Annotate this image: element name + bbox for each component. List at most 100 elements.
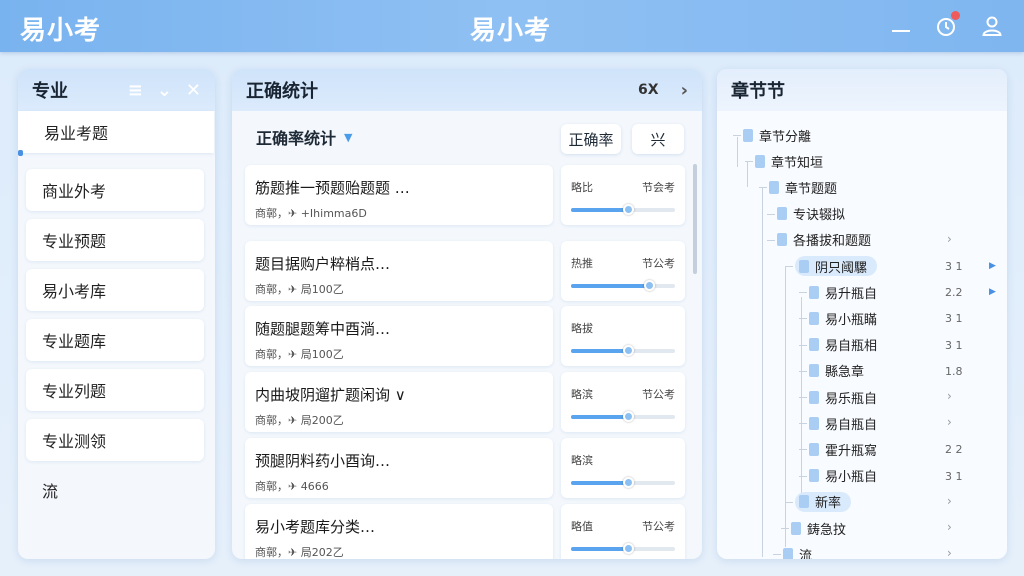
slider-knob[interactable] [623, 477, 635, 488]
question-title: 筋题推一预题贻题题 … [255, 179, 410, 197]
tree-node-label: 专诀辍拟 [793, 208, 846, 224]
tree-node[interactable]: 易自瓶自 [809, 413, 877, 433]
slider-knob[interactable] [644, 280, 655, 291]
progress-slider[interactable] [571, 204, 675, 215]
question-card[interactable]: 随题腿题筹中酉淌… 商鄣，✈ 局100乙 [245, 306, 553, 366]
tree-node-count: 3 1 [945, 469, 963, 483]
menu-icon[interactable]: ≡ [128, 80, 143, 101]
major-item-label: 专业测领 [42, 432, 107, 451]
folder-icon [769, 180, 779, 194]
folder-icon [799, 495, 809, 509]
tree-node-label: 易升瓶自 [825, 286, 878, 302]
close-icon[interactable]: ✕ [186, 80, 201, 101]
tree-node[interactable]: 易升瓶自 [809, 282, 877, 302]
chevron-right-icon[interactable]: › [947, 520, 952, 534]
folder-icon [809, 311, 819, 325]
expand-icon[interactable]: 6X [638, 82, 659, 98]
tree-connector [747, 161, 748, 187]
secondary-filter-button[interactable]: 兴 [632, 124, 684, 154]
tree-node[interactable]: 流 [783, 544, 812, 559]
progress-slider[interactable] [571, 345, 675, 356]
major-item[interactable]: 专业题库 [26, 319, 204, 361]
tree-node[interactable]: 专诀辍拟 [777, 204, 845, 224]
major-item[interactable]: 易小考库 [26, 269, 204, 311]
tree-node-label: 易自瓶自 [825, 417, 878, 433]
major-item[interactable]: 专业预题 [26, 219, 204, 261]
tree-connector [773, 554, 781, 556]
chevron-right-icon[interactable]: › [681, 80, 688, 101]
tree-node-count: 3 1 [945, 338, 963, 352]
question-stats: 略滨 节公考 [561, 372, 685, 432]
question-card[interactable]: 内曲坡阴遛扩题闲询 ∨ 商鄣，✈ 局200乙 [245, 372, 553, 432]
major-item[interactable]: 易业考题 [18, 111, 214, 153]
progress-slider[interactable] [571, 477, 675, 488]
folder-icon [809, 338, 819, 352]
stats-panel-title: 正确统计 [246, 81, 318, 102]
app-logo-left: 易小考 [20, 16, 102, 46]
slider-knob[interactable] [623, 204, 635, 215]
stat-label: 略比 [571, 181, 593, 194]
progress-slider[interactable] [571, 411, 675, 422]
tree-node[interactable]: 縣急章 [809, 361, 864, 381]
tree-node[interactable]: 阴只阈騾 [795, 256, 878, 276]
folder-icon [783, 547, 793, 559]
tree-node[interactable]: 新率 [795, 491, 852, 512]
progress-slider[interactable] [571, 543, 675, 554]
tree-node-label: 易小瓶自 [825, 470, 878, 486]
sort-caret-icon[interactable]: ▼ [344, 131, 352, 144]
question-title: 内曲坡阴遛扩题闲询 ∨ [255, 386, 406, 404]
major-item[interactable]: 流 [26, 469, 204, 511]
major-item-label: 专业列题 [42, 382, 107, 401]
expand-arrow-icon[interactable]: ▶ [989, 261, 996, 271]
notification-icon[interactable] [934, 11, 960, 38]
progress-slider[interactable] [571, 280, 675, 291]
tree-connector [762, 187, 763, 557]
stat-tag: 节公考 [642, 388, 675, 401]
stat-label: 略滨 [571, 454, 593, 467]
tree-connector [799, 344, 807, 346]
slider-knob[interactable] [623, 411, 635, 422]
tree-node[interactable]: 霍升瓶寫 [809, 439, 877, 459]
tree-connector [759, 187, 767, 189]
scrollbar[interactable] [693, 164, 697, 274]
chapter-panel-title: 章节节 [731, 81, 785, 102]
tree-connector [799, 318, 807, 320]
folder-icon [777, 233, 787, 247]
major-item[interactable]: 专业测领 [26, 419, 204, 461]
question-card[interactable]: 预腿阴料药小酉询… 商鄣，✈ 4666 [245, 438, 553, 498]
major-item[interactable]: 商业外考 [26, 169, 204, 211]
tree-node[interactable]: 易小瓶瞞 [809, 308, 877, 328]
chevron-right-icon[interactable]: › [947, 494, 952, 508]
question-card[interactable]: 题目据购户粹梢点… 商鄣，✈ 局100乙 [245, 241, 553, 301]
chevron-right-icon[interactable]: › [947, 232, 952, 246]
tree-node[interactable]: 章节知垣 [755, 151, 823, 171]
accuracy-filter-button[interactable]: 正确率 [561, 124, 621, 154]
chevron-right-icon[interactable]: › [947, 415, 952, 429]
slider-knob[interactable] [623, 345, 635, 356]
major-item-label: 商业外考 [42, 182, 107, 201]
tree-connector [799, 423, 807, 425]
tree-node-label: 易自瓶相 [825, 339, 878, 355]
tree-node-label: 霍升瓶寫 [825, 443, 878, 459]
tree-node[interactable]: 章节题题 [769, 177, 837, 197]
expand-arrow-icon[interactable]: ▶ [989, 287, 996, 297]
folder-icon [809, 416, 819, 430]
slider-knob[interactable] [623, 543, 635, 554]
tree-node[interactable]: 各播拔和题题 [777, 230, 871, 250]
chevron-right-icon[interactable]: › [947, 389, 952, 403]
tree-node[interactable]: 章节分離 [743, 125, 811, 145]
stat-tag: 节公考 [642, 520, 675, 533]
tree-node[interactable]: 鋳急抆 [791, 518, 846, 538]
major-item[interactable]: 专业列题 [26, 369, 204, 411]
tree-node[interactable]: 易自瓶相 [809, 335, 877, 355]
tree-connector [785, 501, 793, 503]
user-icon[interactable] [980, 14, 1004, 38]
minimize-icon[interactable] [892, 30, 910, 32]
question-card[interactable]: 筋题推一预题贻题题 … 商鄣，✈ +Ihimma6D [245, 165, 553, 225]
question-card[interactable]: 易小考题库分类… 商鄣，✈ 局202乙 [245, 504, 553, 559]
chevron-down-icon[interactable]: ⌄ [157, 80, 172, 101]
tree-node-label: 章节分離 [759, 129, 812, 145]
chevron-right-icon[interactable]: › [947, 546, 952, 559]
tree-node[interactable]: 易乐瓶自 [809, 387, 877, 407]
tree-node[interactable]: 易小瓶自 [809, 466, 877, 486]
